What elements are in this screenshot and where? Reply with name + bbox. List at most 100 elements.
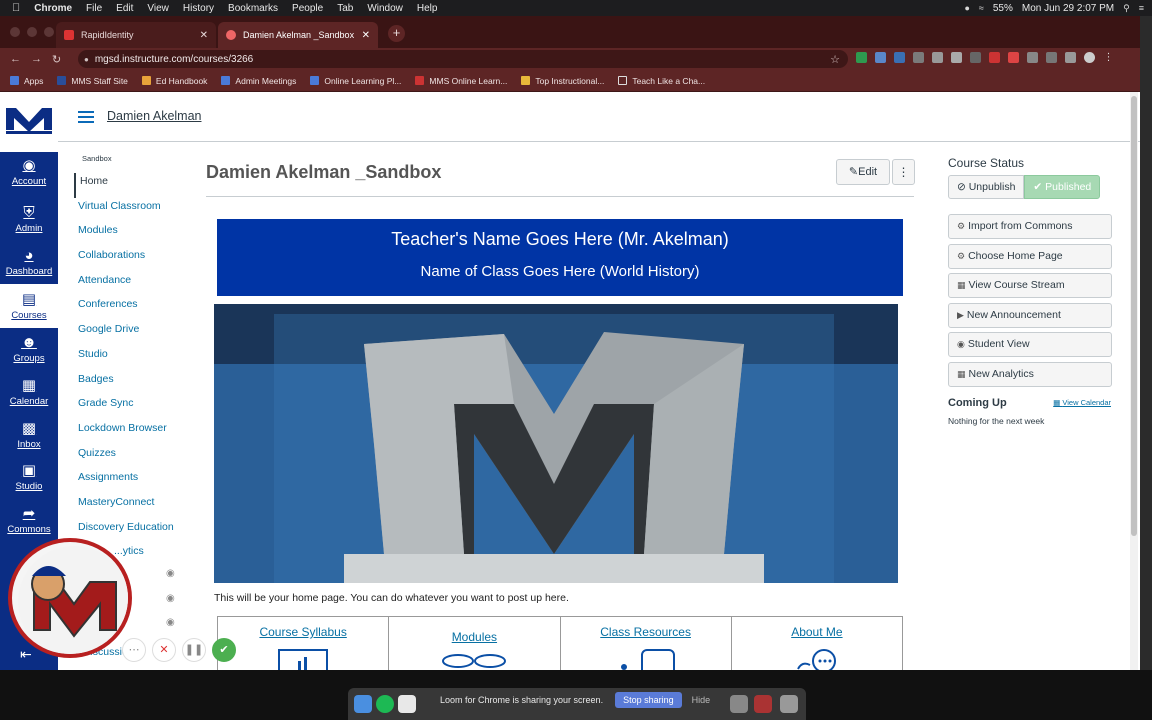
extension-icon[interactable]: [913, 52, 924, 63]
unpublish-button[interactable]: ⊘ Unpublish: [948, 175, 1025, 199]
edit-button[interactable]: ✎Edit: [836, 159, 890, 185]
hide-banner-button[interactable]: Hide: [692, 695, 711, 705]
loom-camera-bubble[interactable]: [8, 538, 132, 658]
quick-link-modules[interactable]: Modules: [389, 617, 561, 670]
gnav-groups[interactable]: ☻ Groups: [0, 334, 58, 364]
course-nav-badges[interactable]: Badges: [74, 371, 192, 396]
quick-link-label[interactable]: Course Syllabus: [218, 625, 388, 639]
menu-file[interactable]: File: [86, 3, 102, 14]
spotify-icon[interactable]: [376, 695, 394, 713]
loom-cancel-icon[interactable]: ✕: [152, 638, 176, 662]
bookmark-item[interactable]: MMS Staff Site: [57, 76, 128, 86]
course-nav-conferences[interactable]: Conferences: [74, 296, 192, 321]
school-logo[interactable]: [0, 92, 58, 152]
finder-icon[interactable]: [354, 695, 372, 713]
menu-edit[interactable]: Edit: [116, 3, 133, 14]
import-from-commons-button[interactable]: ⚙ Import from Commons: [948, 214, 1112, 239]
loom-finish-icon[interactable]: ✔: [212, 638, 236, 662]
dock-app-icon[interactable]: [730, 695, 748, 713]
puzzle-extensions-icon[interactable]: [1065, 52, 1076, 63]
close-tab-icon[interactable]: ✕: [200, 30, 208, 41]
course-nav-assignments[interactable]: Assignments: [74, 469, 192, 494]
gnav-dashboard[interactable]: ◕ Dashboard: [0, 247, 58, 277]
extension-icon[interactable]: [1027, 52, 1038, 63]
hamburger-menu-icon[interactable]: [78, 111, 94, 126]
menu-app-name[interactable]: Chrome: [34, 3, 72, 14]
forward-icon[interactable]: →: [31, 53, 42, 65]
reload-icon[interactable]: ↻: [52, 53, 61, 66]
breadcrumb[interactable]: Damien Akelman: [107, 109, 202, 123]
extension-icon[interactable]: [989, 52, 1000, 63]
extension-icon[interactable]: [856, 52, 867, 63]
slack-icon[interactable]: [398, 695, 416, 713]
zoom-window-button[interactable]: [44, 27, 54, 37]
url-text[interactable]: mgsd.instructure.com/courses/3266: [95, 54, 253, 65]
menu-bookmarks[interactable]: Bookmarks: [228, 3, 278, 14]
control-center-icon[interactable]: ≡: [1139, 3, 1144, 13]
dock-app-icon[interactable]: [754, 695, 772, 713]
stop-sharing-button[interactable]: Stop sharing: [615, 692, 682, 708]
course-nav-masteryconnect[interactable]: MasteryConnect: [74, 494, 192, 519]
course-nav-lockdown-browser[interactable]: Lockdown Browser: [74, 420, 192, 445]
quick-link-about-me[interactable]: About Me: [732, 617, 902, 670]
course-nav-attendance[interactable]: Attendance: [74, 272, 192, 297]
view-course-stream-button[interactable]: ▦ View Course Stream: [948, 273, 1112, 298]
address-bar[interactable]: ● mgsd.instructure.com/courses/3266 ☆: [78, 50, 848, 68]
gnav-account[interactable]: ◉ Account: [0, 156, 58, 187]
apple-icon[interactable]: : [12, 2, 20, 14]
published-button[interactable]: ✔ Published: [1024, 175, 1101, 199]
loom-pause-icon[interactable]: ❚❚: [182, 638, 206, 662]
gnav-admin[interactable]: ⛨ Admin: [0, 204, 58, 234]
collapse-nav-icon[interactable]: ⇤: [20, 646, 32, 663]
course-nav-quizzes[interactable]: Quizzes: [74, 445, 192, 470]
extension-icon[interactable]: [970, 52, 981, 63]
microphone-icon[interactable]: ●: [964, 3, 969, 13]
close-tab-icon[interactable]: ✕: [362, 30, 370, 41]
gnav-studio[interactable]: ▣ Studio: [0, 461, 58, 492]
tab-rapididentity[interactable]: RapidIdentity ✕: [56, 22, 216, 48]
extension-icon[interactable]: [951, 52, 962, 63]
quick-link-class-resources[interactable]: Class Resources: [561, 617, 732, 670]
menu-window[interactable]: Window: [367, 3, 403, 14]
tab-canvas-course[interactable]: Damien Akelman _Sandbox ✕: [218, 22, 378, 48]
minimize-window-button[interactable]: [27, 27, 37, 37]
chrome-menu-icon[interactable]: ⋮: [1103, 52, 1114, 63]
extension-icon[interactable]: [1008, 52, 1019, 63]
new-tab-button[interactable]: +: [388, 25, 405, 42]
back-icon[interactable]: ←: [10, 53, 21, 65]
trash-icon[interactable]: [780, 695, 798, 713]
loom-more-icon[interactable]: ⋯: [122, 638, 146, 662]
menu-history[interactable]: History: [183, 3, 214, 14]
bookmark-apps[interactable]: Apps: [10, 76, 43, 86]
view-calendar-link[interactable]: ▦ View Calendar: [1053, 398, 1111, 407]
lock-icon[interactable]: ●: [84, 55, 89, 64]
quick-link-label[interactable]: Modules: [389, 630, 559, 644]
bookmark-item[interactable]: MMS Online Learn...: [415, 76, 507, 86]
bookmark-item[interactable]: Top Instructional...: [521, 76, 604, 86]
extension-icon[interactable]: [894, 52, 905, 63]
menu-tab[interactable]: Tab: [337, 3, 353, 14]
more-options-icon[interactable]: ⋮: [892, 159, 915, 185]
close-window-button[interactable]: [10, 27, 20, 37]
gnav-calendar[interactable]: ▦ Calendar: [0, 376, 58, 407]
gnav-inbox[interactable]: ▩ Inbox: [0, 419, 58, 450]
bookmark-item[interactable]: Online Learning Pl...: [310, 76, 401, 86]
gnav-courses[interactable]: ▤ Courses: [0, 284, 58, 328]
page-scrollbar[interactable]: [1130, 92, 1138, 670]
course-nav-google-drive[interactable]: Google Drive: [74, 321, 192, 346]
bookmark-star-icon[interactable]: ☆: [830, 53, 840, 66]
menu-bar-clock[interactable]: Mon Jun 29 2:07 PM: [1022, 3, 1114, 14]
bookmark-folder[interactable]: Teach Like a Cha...: [618, 76, 705, 86]
new-analytics-button[interactable]: ▦ New Analytics: [948, 361, 1112, 387]
bookmark-item[interactable]: Admin Meetings: [221, 76, 296, 86]
choose-home-page-button[interactable]: ⚙ Choose Home Page: [948, 243, 1112, 269]
wifi-icon[interactable]: ≈: [979, 3, 984, 13]
menu-help[interactable]: Help: [417, 3, 438, 14]
course-nav-virtual-classroom[interactable]: Virtual Classroom: [74, 198, 192, 223]
scrollbar-thumb[interactable]: [1131, 96, 1137, 536]
course-nav-collaborations[interactable]: Collaborations: [74, 247, 192, 272]
new-announcement-button[interactable]: ▶ New Announcement: [948, 302, 1112, 328]
gnav-commons[interactable]: ➦ Commons: [0, 504, 58, 535]
course-nav-modules[interactable]: Modules: [74, 222, 192, 247]
course-nav-studio[interactable]: Studio: [74, 346, 192, 371]
